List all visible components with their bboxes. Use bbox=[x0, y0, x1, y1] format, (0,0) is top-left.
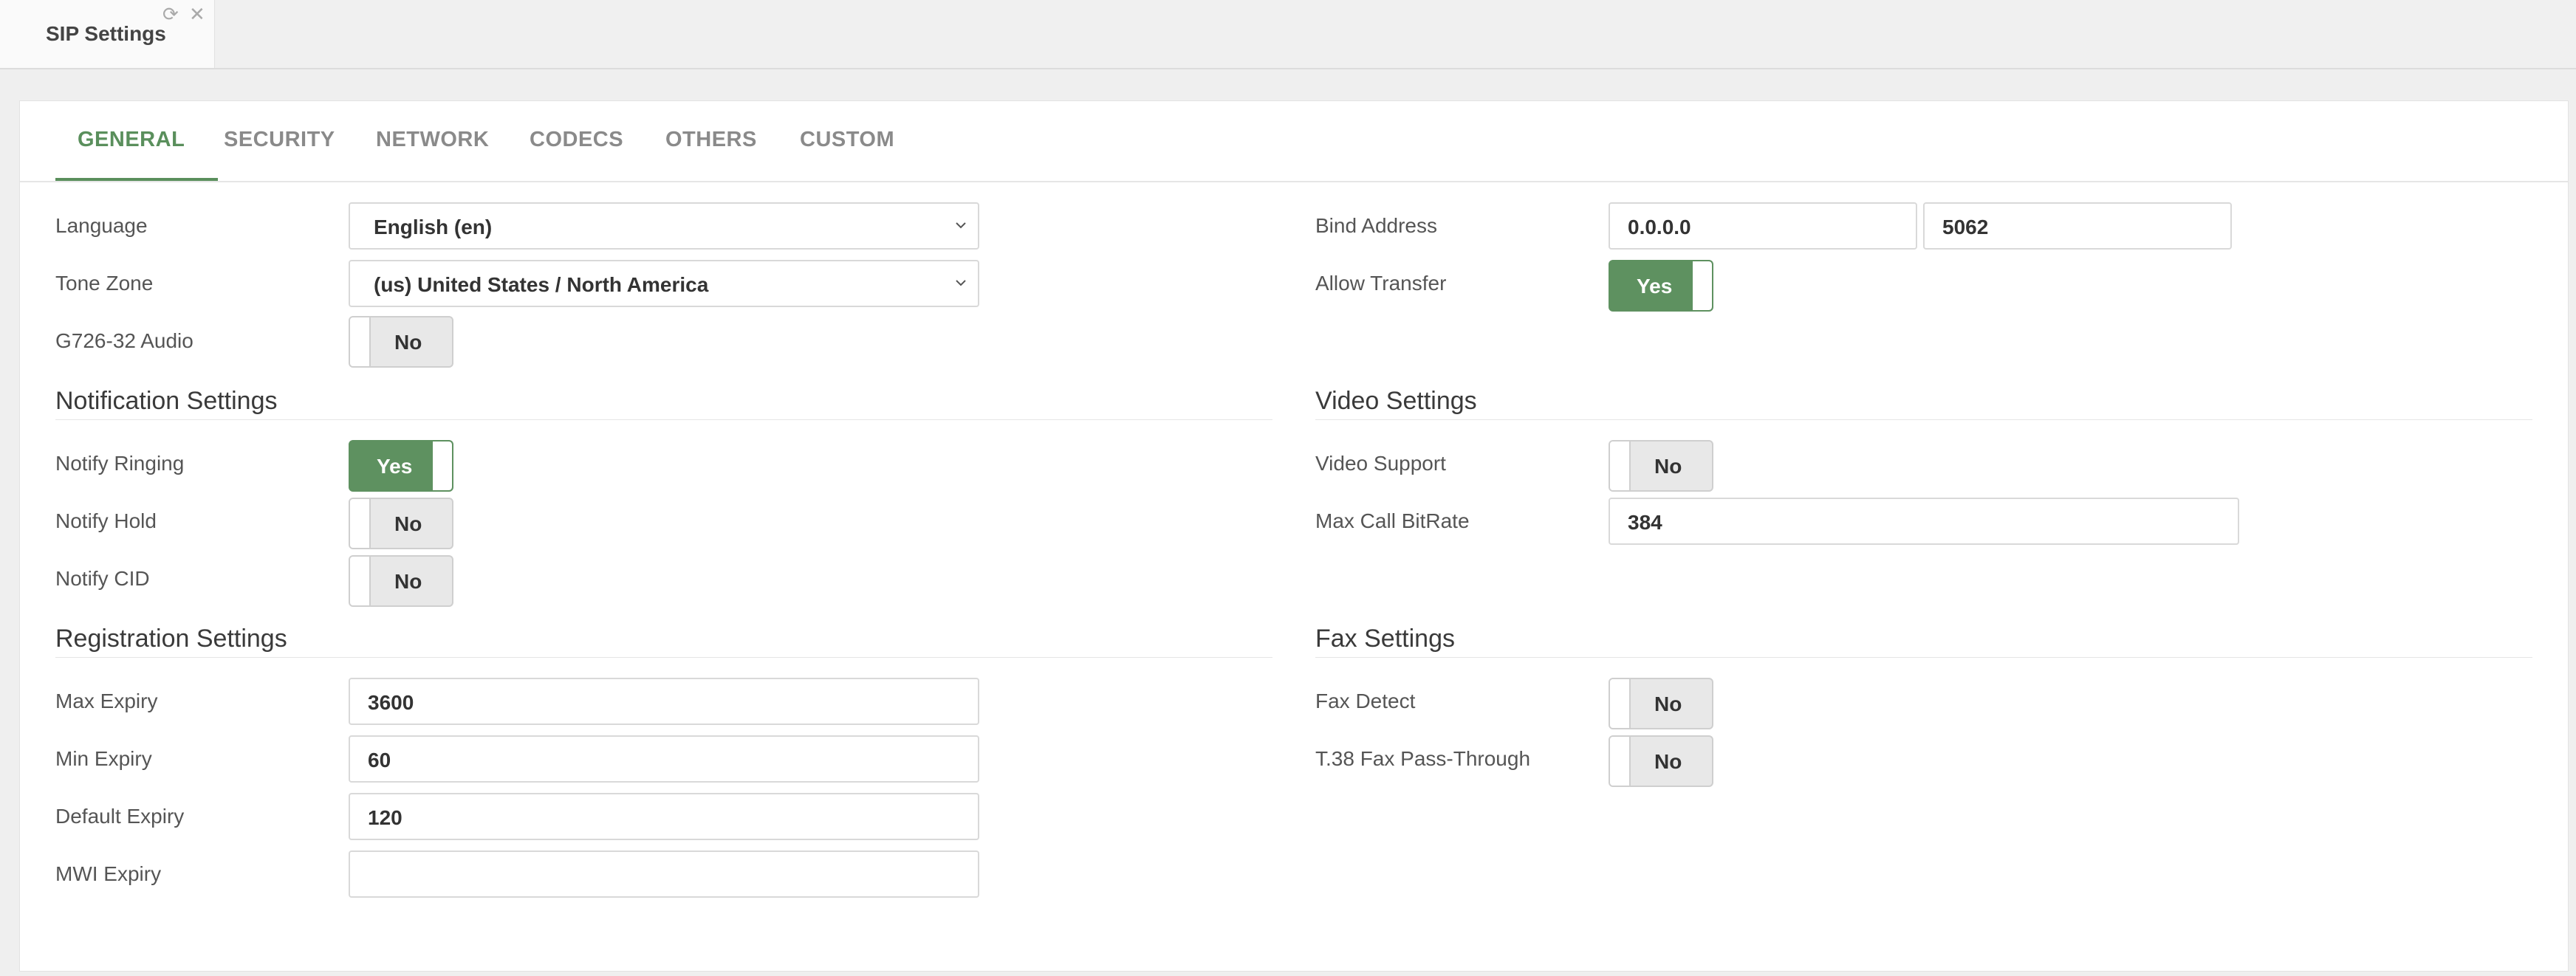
max-expiry-value: 3600 bbox=[368, 691, 414, 714]
notification-section-title: Notification Settings bbox=[55, 387, 278, 415]
notify-cid-label: Notify CID bbox=[55, 567, 150, 590]
allow-transfer-value: Yes bbox=[1637, 275, 1673, 298]
notify-hold-toggle[interactable]: No bbox=[349, 498, 453, 549]
close-icon[interactable]: ✕ bbox=[189, 3, 205, 25]
video-support-value: No bbox=[1654, 455, 1682, 478]
fax-detect-value: No bbox=[1654, 693, 1682, 715]
max-expiry-input[interactable]: 3600 bbox=[349, 678, 979, 725]
divider bbox=[55, 419, 1272, 420]
video-section-title: Video Settings bbox=[1315, 387, 1477, 415]
allow-transfer-label: Allow Transfer bbox=[1315, 272, 1447, 295]
default-expiry-label: Default Expiry bbox=[55, 805, 185, 828]
min-expiry-value: 60 bbox=[368, 749, 391, 771]
min-expiry-label: Min Expiry bbox=[55, 747, 152, 770]
g726-label: G726-32 Audio bbox=[55, 329, 193, 352]
mwi-expiry-input[interactable] bbox=[349, 850, 979, 898]
g726-toggle[interactable]: No bbox=[349, 316, 453, 368]
tab-network[interactable]: NETWORK bbox=[376, 128, 489, 152]
toggle-knob bbox=[1691, 261, 1712, 310]
toggle-knob bbox=[1610, 679, 1631, 728]
registration-section-title: Registration Settings bbox=[55, 625, 287, 653]
video-support-toggle[interactable]: No bbox=[1609, 440, 1713, 492]
tab-title: SIP Settings bbox=[46, 22, 166, 45]
fax-detect-toggle[interactable]: No bbox=[1609, 678, 1713, 729]
t38-label: T.38 Fax Pass-Through bbox=[1315, 747, 1531, 770]
toggle-knob bbox=[431, 441, 452, 490]
chevron-down-icon bbox=[956, 280, 966, 286]
divider bbox=[1315, 657, 2532, 658]
min-expiry-input[interactable]: 60 bbox=[349, 735, 979, 783]
t38-toggle[interactable]: No bbox=[1609, 735, 1713, 787]
default-expiry-input[interactable]: 120 bbox=[349, 793, 979, 840]
refresh-icon[interactable]: ⟳ bbox=[162, 3, 179, 25]
fax-detect-label: Fax Detect bbox=[1315, 690, 1416, 712]
language-label: Language bbox=[55, 214, 148, 237]
settings-tabs: GENERAL SECURITY NETWORK CODECS OTHERS C… bbox=[20, 101, 2568, 182]
allow-transfer-toggle[interactable]: Yes bbox=[1609, 260, 1713, 312]
tab-security[interactable]: SECURITY bbox=[224, 128, 335, 152]
toggle-knob bbox=[350, 557, 371, 605]
video-support-label: Video Support bbox=[1315, 452, 1446, 475]
language-select[interactable]: English (en) bbox=[349, 202, 979, 250]
chevron-down-icon bbox=[956, 222, 966, 229]
t38-value: No bbox=[1654, 750, 1682, 773]
tab-custom[interactable]: CUSTOM bbox=[800, 128, 894, 152]
tone-zone-select[interactable]: (us) United States / North America bbox=[349, 260, 979, 307]
language-value: English (en) bbox=[374, 216, 493, 238]
bind-address-ip-input[interactable]: 0.0.0.0 bbox=[1609, 202, 1917, 250]
max-call-bitrate-input[interactable]: 384 bbox=[1609, 498, 2239, 545]
g726-value: No bbox=[394, 331, 422, 354]
divider bbox=[1315, 419, 2532, 420]
bind-address-port-input[interactable]: 5062 bbox=[1923, 202, 2232, 250]
bind-address-port-value: 5062 bbox=[1942, 216, 1989, 238]
max-call-bitrate-value: 384 bbox=[1628, 511, 1662, 534]
fax-section-title: Fax Settings bbox=[1315, 625, 1455, 653]
notify-ringing-value: Yes bbox=[377, 455, 413, 478]
divider bbox=[55, 657, 1272, 658]
tab-general[interactable]: GENERAL bbox=[78, 128, 185, 152]
toggle-knob bbox=[1610, 441, 1631, 490]
max-expiry-label: Max Expiry bbox=[55, 690, 158, 712]
notify-cid-value: No bbox=[394, 570, 422, 593]
tab-codecs[interactable]: CODECS bbox=[530, 128, 623, 152]
tab-others[interactable]: OTHERS bbox=[665, 128, 757, 152]
max-call-bitrate-label: Max Call BitRate bbox=[1315, 509, 1470, 532]
bind-address-label: Bind Address bbox=[1315, 214, 1437, 237]
mwi-expiry-label: MWI Expiry bbox=[55, 862, 162, 885]
notify-hold-label: Notify Hold bbox=[55, 509, 157, 532]
active-tab-indicator bbox=[55, 178, 218, 181]
top-tab-bar: SIP Settings ⟳ ✕ bbox=[0, 0, 2576, 69]
tone-zone-value: (us) United States / North America bbox=[374, 273, 709, 296]
notify-hold-value: No bbox=[394, 512, 422, 535]
tone-zone-label: Tone Zone bbox=[55, 272, 154, 295]
toggle-knob bbox=[1610, 737, 1631, 786]
tab-sip-settings[interactable]: SIP Settings ⟳ ✕ bbox=[0, 0, 215, 68]
notify-ringing-toggle[interactable]: Yes bbox=[349, 440, 453, 492]
default-expiry-value: 120 bbox=[368, 806, 402, 829]
toggle-knob bbox=[350, 499, 371, 548]
bind-address-ip-value: 0.0.0.0 bbox=[1628, 216, 1691, 238]
notify-cid-toggle[interactable]: No bbox=[349, 555, 453, 607]
toggle-knob bbox=[350, 317, 371, 366]
notify-ringing-label: Notify Ringing bbox=[55, 452, 185, 475]
